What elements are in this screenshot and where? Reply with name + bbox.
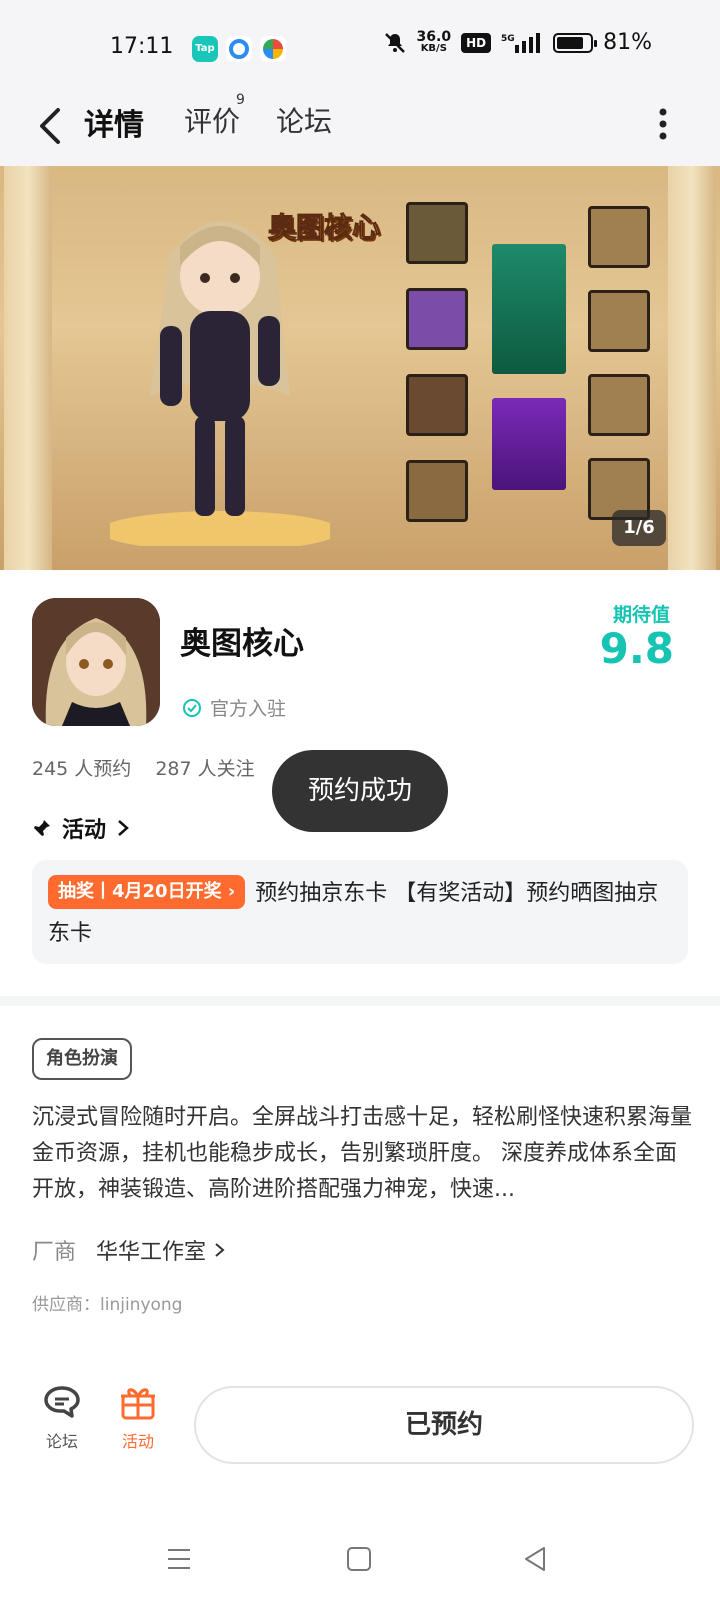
reservation-success-toast: 预约成功 <box>272 750 448 832</box>
featured-item-card <box>492 398 566 490</box>
forum-shortcut[interactable]: 论坛 <box>32 1384 92 1452</box>
net-speed: 36.0 KB/S <box>416 28 452 54</box>
item-card <box>406 288 468 350</box>
signal-5g-icon: 5G <box>501 32 541 53</box>
vendor-row[interactable]: 厂商 华华工作室 <box>32 1234 226 1266</box>
tab-forum[interactable]: 论坛 <box>276 100 332 140</box>
battery-percent: 81% <box>603 30 652 55</box>
pin-icon <box>34 820 50 836</box>
chevron-right-icon: › <box>227 881 236 902</box>
more-options-icon[interactable] <box>658 106 668 142</box>
section-divider <box>0 996 720 1006</box>
home-square-icon[interactable] <box>344 1544 374 1574</box>
battery-icon <box>553 32 598 53</box>
vendor-label: 厂商 <box>32 1240 77 1265</box>
item-card <box>406 374 468 436</box>
lottery-tag: 抽奖丨4月20日开奖 › <box>48 875 246 909</box>
status-time: 17:11 <box>110 34 174 59</box>
reserved-button[interactable]: 已预约 <box>194 1386 694 1464</box>
system-navigation-bar <box>0 1520 720 1600</box>
scroll-right-decoration <box>668 166 716 570</box>
svg-text:5G: 5G <box>501 34 515 44</box>
hd-icon: HD <box>461 32 492 53</box>
reservation-count: 245 人预约 <box>32 758 132 780</box>
item-card <box>588 290 650 352</box>
app-name: 奥图核心 <box>180 626 304 662</box>
tab-reviews[interactable]: 评价 <box>184 100 240 140</box>
activity-card[interactable]: 抽奖丨4月20日开奖 › 预约抽京东卡 【有奖活动】预约晒图抽京东卡 <box>32 860 688 964</box>
back-arrow-icon[interactable] <box>34 104 70 148</box>
verified-check-icon <box>183 698 201 717</box>
activity-shortcut[interactable]: 活动 <box>108 1384 168 1452</box>
item-card <box>588 374 650 436</box>
expectation-label: 期待值 <box>612 604 670 626</box>
game-description[interactable]: 沉浸式冒险随时开启。全屏战斗打击感十足，轻松刷怪快速积累海量金币资源，挂机也能稳… <box>32 1100 692 1208</box>
chevron-right-icon <box>118 820 129 836</box>
game-logo: 奥图核心 <box>267 211 381 245</box>
item-card <box>406 460 468 522</box>
vendor-name: 华华工作室 <box>96 1240 207 1265</box>
screenshot-carousel[interactable]: 奥图核心 1/6 <box>0 166 720 570</box>
bottom-action-bar: 论坛 活动 已预约 <box>0 1372 720 1490</box>
status-bar: 17:11 Tap 36.0 KB/S HD 5G 81% <box>0 0 720 88</box>
colorful-app-icon <box>260 36 286 62</box>
carousel-page-indicator: 1/6 <box>612 510 666 546</box>
qq-browser-icon <box>226 36 252 62</box>
official-badge: 官方入驻 <box>182 694 286 721</box>
featured-item-card <box>492 244 566 374</box>
hero-character-art <box>110 221 330 546</box>
app-icon <box>32 598 160 726</box>
scroll-left-decoration <box>4 166 52 570</box>
expectation-score: 9.8 <box>599 624 674 673</box>
tap-app-icon: Tap <box>192 36 218 62</box>
item-card <box>406 202 468 264</box>
top-nav: 详情 评价 9 论坛 <box>0 88 720 166</box>
mute-bell-icon <box>384 32 405 53</box>
follower-count: 287 人关注 <box>155 758 255 780</box>
back-triangle-icon[interactable] <box>520 1544 550 1574</box>
tab-details[interactable]: 详情 <box>82 100 146 144</box>
genre-tag[interactable]: 角色扮演 <box>32 1038 132 1080</box>
app-stats: 245 人预约 287 人关注 <box>32 754 255 781</box>
supplier-info: 供应商：linjinyong <box>32 1295 183 1315</box>
activity-section-header[interactable]: 活动 <box>32 812 130 844</box>
reviews-count-badge: 9 <box>236 92 245 108</box>
menu-lines-icon[interactable] <box>164 1544 194 1574</box>
gift-icon <box>121 1388 155 1420</box>
item-card <box>588 206 650 268</box>
chat-bubble-icon <box>44 1386 80 1418</box>
chevron-right-icon <box>215 1243 225 1257</box>
status-right-group: 36.0 KB/S HD 5G 81% <box>383 30 652 55</box>
